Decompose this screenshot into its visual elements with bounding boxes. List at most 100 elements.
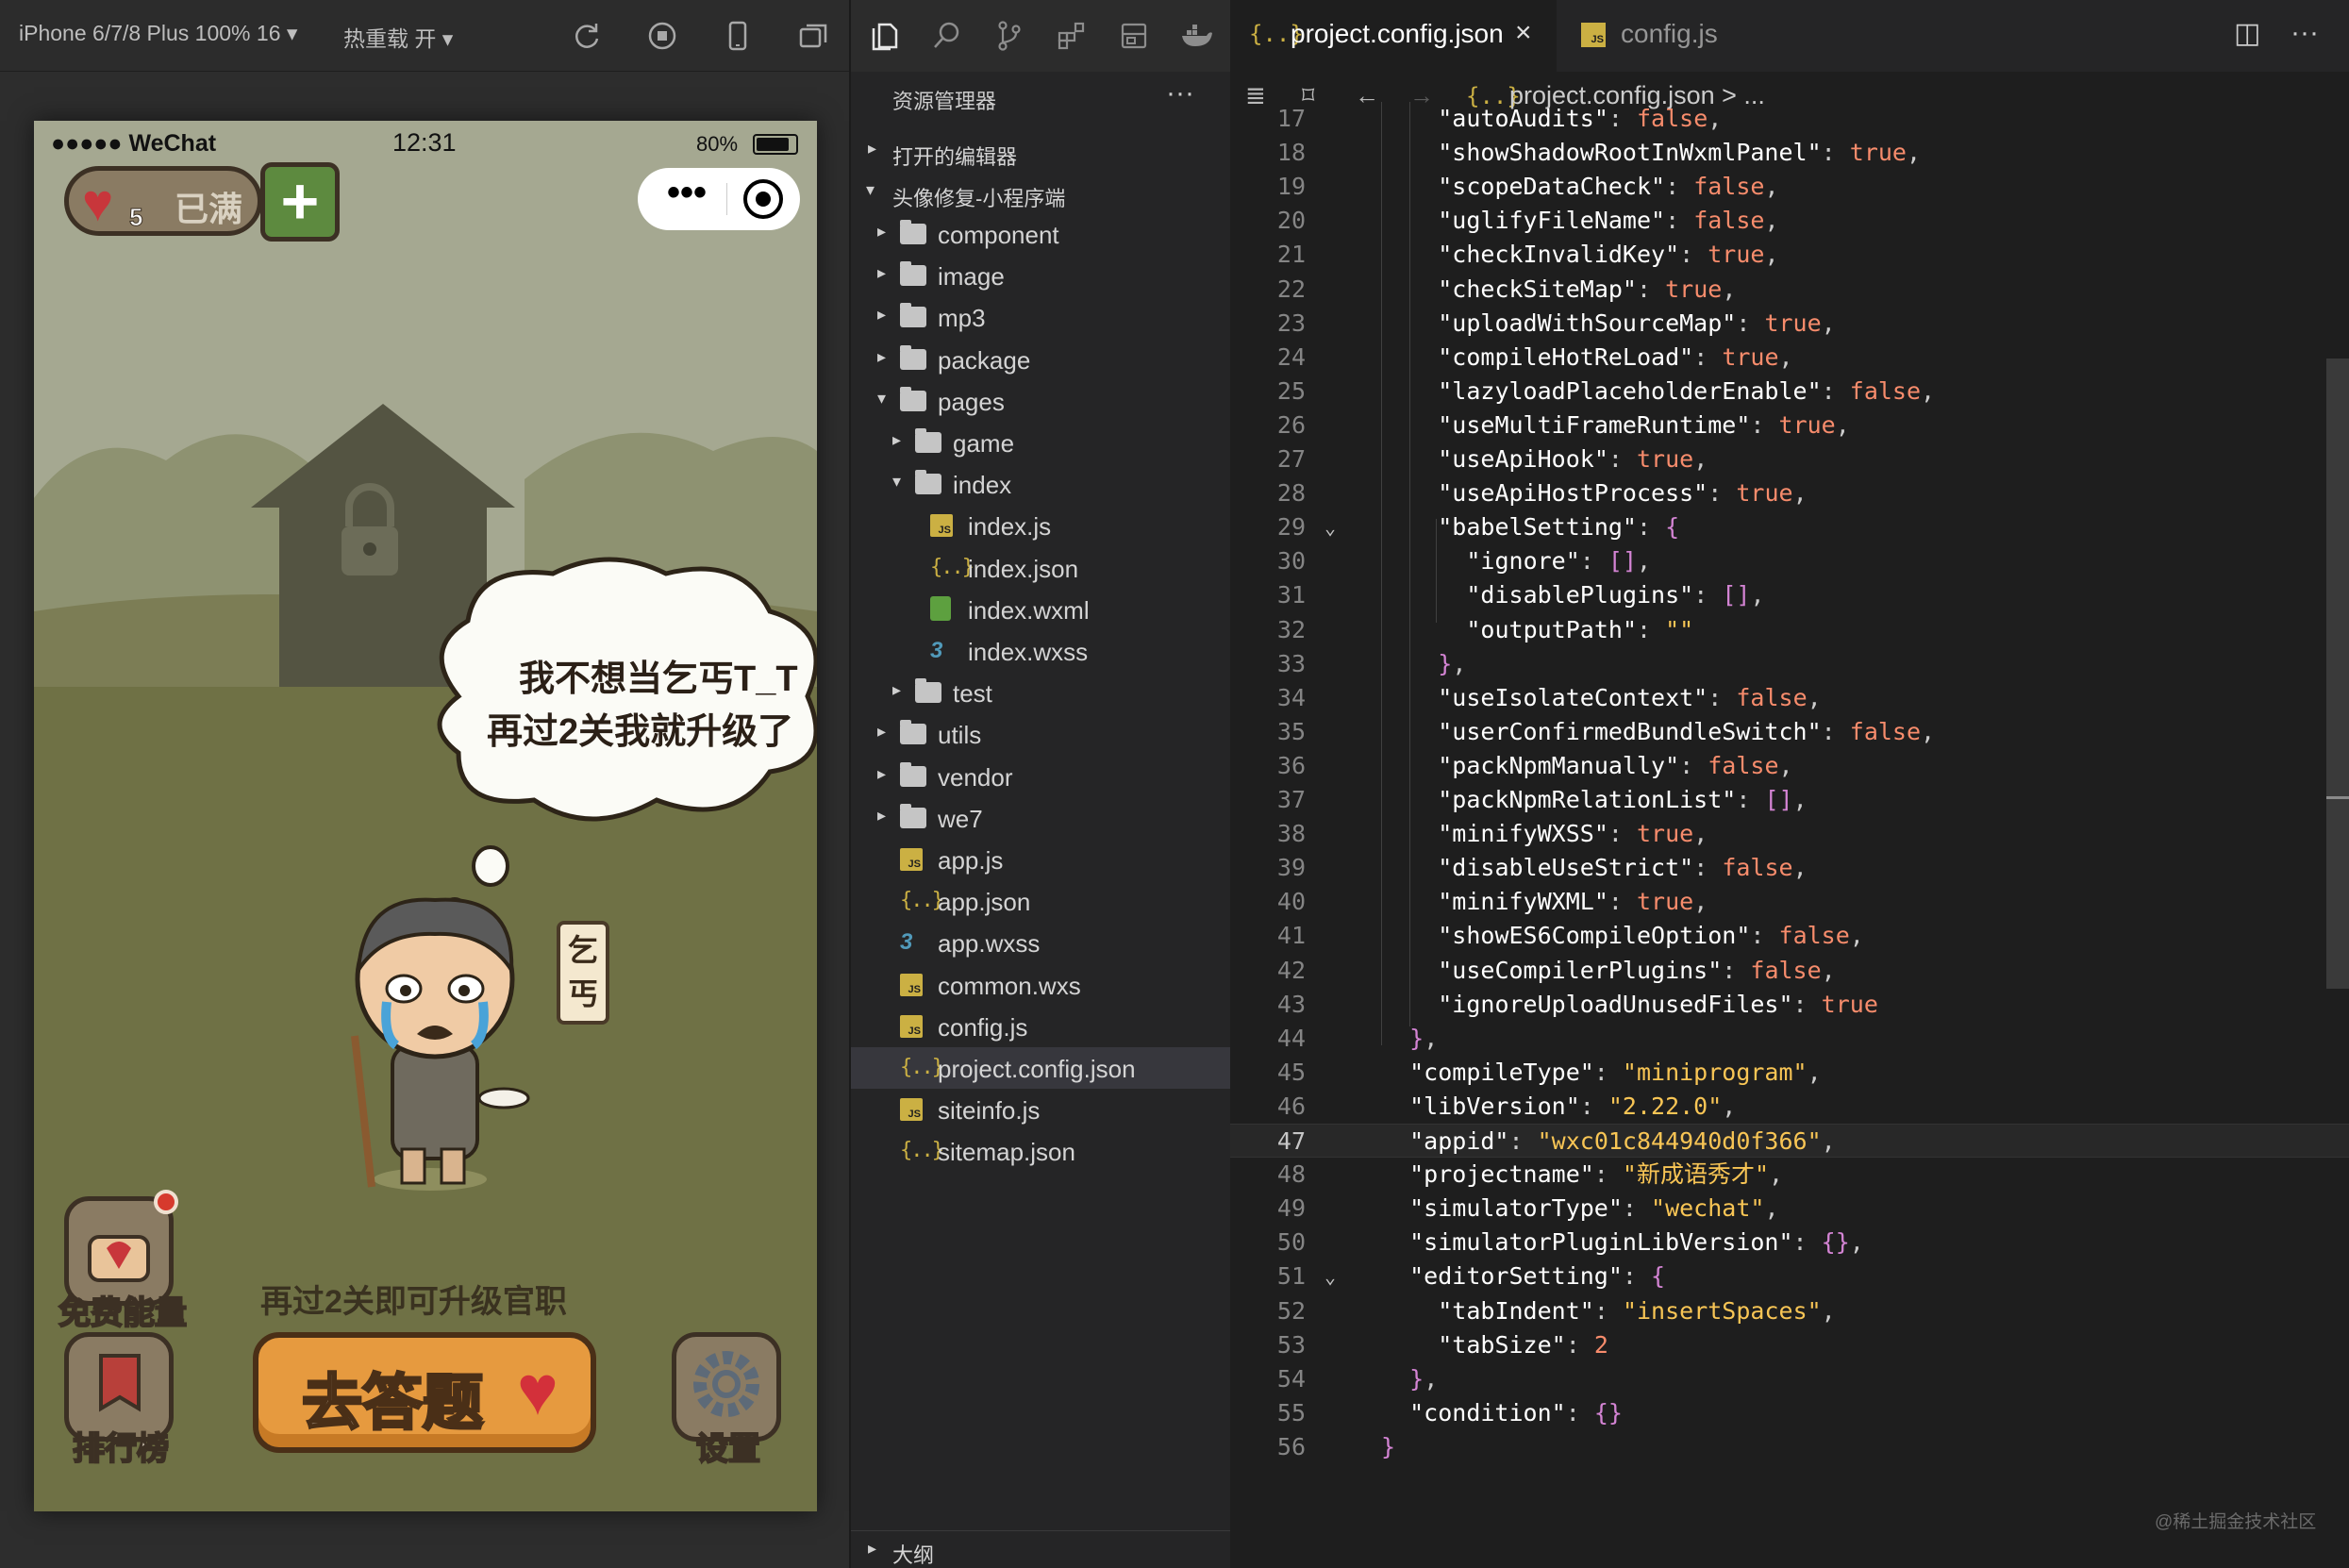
tree-item[interactable]: ▸ test — [851, 672, 1230, 713]
code-line[interactable]: 36 "packNpmManually": false, — [1230, 749, 2349, 783]
tree-item[interactable]: ▸ component — [851, 213, 1230, 255]
code-line[interactable]: 55 "condition": {} — [1230, 1396, 2349, 1430]
leaderboard-button[interactable]: 排行榜 — [64, 1332, 177, 1468]
tree-item[interactable]: {..} index.json — [851, 547, 1230, 589]
code-line[interactable]: 47 "appid": "wxc01c844940d0f366", — [1230, 1124, 2349, 1158]
close-miniprogram-icon[interactable] — [743, 179, 783, 219]
fold-chevron-icon[interactable]: ⌄ — [1324, 510, 1336, 544]
code-line[interactable]: 18 "showShadowRootInWxmlPanel": true, — [1230, 136, 2349, 170]
code-text: "condition": {} — [1409, 1399, 1623, 1426]
code-line[interactable]: 29 ⌄ "babelSetting": { — [1230, 510, 2349, 544]
code-line[interactable]: 33 }, — [1230, 647, 2349, 681]
phone-icon[interactable] — [721, 19, 755, 53]
code-line[interactable]: 27 "useApiHook": true, — [1230, 442, 2349, 476]
store-icon[interactable] — [1117, 19, 1151, 53]
scrollbar-thumb[interactable] — [2326, 359, 2349, 989]
tree-item[interactable]: JS common.wxs — [851, 964, 1230, 1006]
extensions-icon[interactable] — [1055, 19, 1089, 53]
code-line[interactable]: 37 "packNpmRelationList": [], — [1230, 783, 2349, 817]
refresh-icon[interactable] — [570, 19, 604, 53]
device-select[interactable]: iPhone 6/7/8 Plus 100% 16 ▾ — [19, 21, 297, 46]
bubble-text-line2: 再过2关我就升级了 — [487, 712, 794, 752]
code-line[interactable]: 52 "tabIndent": "insertSpaces", — [1230, 1294, 2349, 1328]
code-line[interactable]: 25 "lazyloadPlaceholderEnable": false, — [1230, 375, 2349, 409]
code-line[interactable]: 53 "tabSize": 2 — [1230, 1328, 2349, 1362]
code-line[interactable]: 48 "projectname": "新成语秀才", — [1230, 1158, 2349, 1192]
code-line[interactable]: 38 "minifyWXSS": true, — [1230, 817, 2349, 851]
code-line[interactable]: 42 "useCompilerPlugins": false, — [1230, 954, 2349, 988]
more-actions-icon[interactable]: ··· — [2291, 17, 2319, 49]
code-line[interactable]: 21 "checkInvalidKey": true, — [1230, 238, 2349, 272]
code-line[interactable]: 51 ⌄ "editorSetting": { — [1230, 1259, 2349, 1293]
tree-item[interactable]: 3 index.wxss — [851, 630, 1230, 672]
code-line[interactable]: 40 "minifyWXML": true, — [1230, 885, 2349, 919]
code-line[interactable]: 49 "simulatorType": "wechat", — [1230, 1192, 2349, 1226]
stop-icon[interactable] — [645, 19, 679, 53]
code-line[interactable]: 24 "compileHotReLoad": true, — [1230, 341, 2349, 375]
tree-item[interactable]: ▸ utils — [851, 713, 1230, 755]
tree-item[interactable]: ▸ package — [851, 339, 1230, 380]
tree-item[interactable]: JS siteinfo.js — [851, 1089, 1230, 1130]
code-line[interactable]: 35 "userConfirmedBundleSwitch": false, — [1230, 715, 2349, 749]
code-line[interactable]: 44 }, — [1230, 1022, 2349, 1056]
tree-item[interactable]: ▸ image — [851, 255, 1230, 296]
search-icon[interactable] — [930, 19, 964, 53]
settings-button[interactable]: 设置 — [672, 1332, 785, 1468]
more-icon[interactable]: ••• — [653, 174, 721, 223]
code-line[interactable]: 28 "useApiHostProcess": true, — [1230, 476, 2349, 510]
tree-item[interactable]: JS index.js — [851, 505, 1230, 546]
free-energy-button[interactable]: 免费能量 — [58, 1190, 188, 1332]
tab-project-config-json[interactable]: {..} project.config.json × — [1230, 0, 1557, 72]
line-number: 29 — [1276, 513, 1306, 541]
tree-item[interactable]: ▾ pages — [851, 380, 1230, 422]
close-tab-icon[interactable]: × — [1515, 17, 1532, 49]
tree-item[interactable]: ▸ game — [851, 422, 1230, 463]
tree-item[interactable]: index.wxml — [851, 589, 1230, 630]
docker-icon[interactable] — [1179, 19, 1213, 53]
explorer-title: 资源管理器 — [892, 90, 997, 113]
code-line[interactable]: 17 "autoAudits": false, — [1230, 102, 2349, 136]
code-line[interactable]: 19 "scopeDataCheck": false, — [1230, 170, 2349, 204]
code-line[interactable]: 56} — [1230, 1430, 2349, 1464]
split-editor-icon[interactable]: ◫ — [2234, 17, 2260, 50]
tree-item[interactable]: JS config.js — [851, 1006, 1230, 1047]
code-line[interactable]: 31 "disablePlugins": [], — [1230, 578, 2349, 612]
code-line[interactable]: 46 "libVersion": "2.22.0", — [1230, 1090, 2349, 1124]
code-line[interactable]: 20 "uglifyFileName": false, — [1230, 204, 2349, 238]
line-number: 25 — [1276, 377, 1306, 405]
start-quiz-button[interactable]: 去答题 ♥ — [253, 1332, 596, 1453]
tree-item[interactable]: JS app.js — [851, 839, 1230, 880]
explorer-more-icon[interactable]: ··· — [1166, 77, 1194, 109]
tree-item[interactable]: ▾ index — [851, 463, 1230, 505]
code-line[interactable]: 23 "uploadWithSourceMap": true, — [1230, 307, 2349, 341]
code-line[interactable]: 32 "outputPath": "" — [1230, 613, 2349, 647]
project-section[interactable]: ▾ 头像修复-小程序端 — [851, 172, 1230, 213]
code-line[interactable]: 26 "useMultiFrameRuntime": true, — [1230, 409, 2349, 442]
tree-item[interactable]: 3 app.wxss — [851, 922, 1230, 963]
code-line[interactable]: 41 "showES6CompileOption": false, — [1230, 919, 2349, 953]
tree-item[interactable]: ▸ mp3 — [851, 296, 1230, 338]
code-line[interactable]: 54 }, — [1230, 1362, 2349, 1396]
open-editors-section[interactable]: ▸ 打开的编辑器 — [851, 130, 1230, 172]
fold-chevron-icon[interactable]: ⌄ — [1324, 1259, 1336, 1293]
tree-item[interactable]: {..} project.config.json — [851, 1047, 1230, 1089]
code-line[interactable]: 50 "simulatorPluginLibVersion": {}, — [1230, 1226, 2349, 1259]
code-line[interactable]: 39 "disableUseStrict": false, — [1230, 851, 2349, 885]
hot-reload-select[interactable]: 热重载 开 ▾ — [343, 21, 453, 53]
code-area[interactable]: 17 "autoAudits": false, 18 "showShadowRoo… — [1230, 102, 2349, 1526]
code-line[interactable]: 34 "useIsolateContext": false, — [1230, 681, 2349, 715]
code-line[interactable]: 43 "ignoreUploadUnusedFiles": true — [1230, 988, 2349, 1022]
code-line[interactable]: 22 "checkSiteMap": true, — [1230, 273, 2349, 307]
outline-section[interactable]: ▸ 大纲 — [851, 1530, 1230, 1568]
tree-item[interactable]: ▸ we7 — [851, 797, 1230, 839]
tab-config-js[interactable]: JS config.js — [1560, 0, 1787, 72]
detach-window-icon[interactable] — [796, 19, 830, 53]
source-control-icon[interactable] — [992, 19, 1026, 53]
files-icon[interactable] — [868, 19, 902, 53]
tree-item[interactable]: {..} app.json — [851, 880, 1230, 922]
code-line[interactable]: 45 "compileType": "miniprogram", — [1230, 1056, 2349, 1090]
code-line[interactable]: 30 "ignore": [], — [1230, 544, 2349, 578]
tree-item[interactable]: {..} sitemap.json — [851, 1130, 1230, 1172]
tree-item[interactable]: ▸ vendor — [851, 756, 1230, 797]
add-energy-button[interactable]: + — [260, 162, 340, 242]
